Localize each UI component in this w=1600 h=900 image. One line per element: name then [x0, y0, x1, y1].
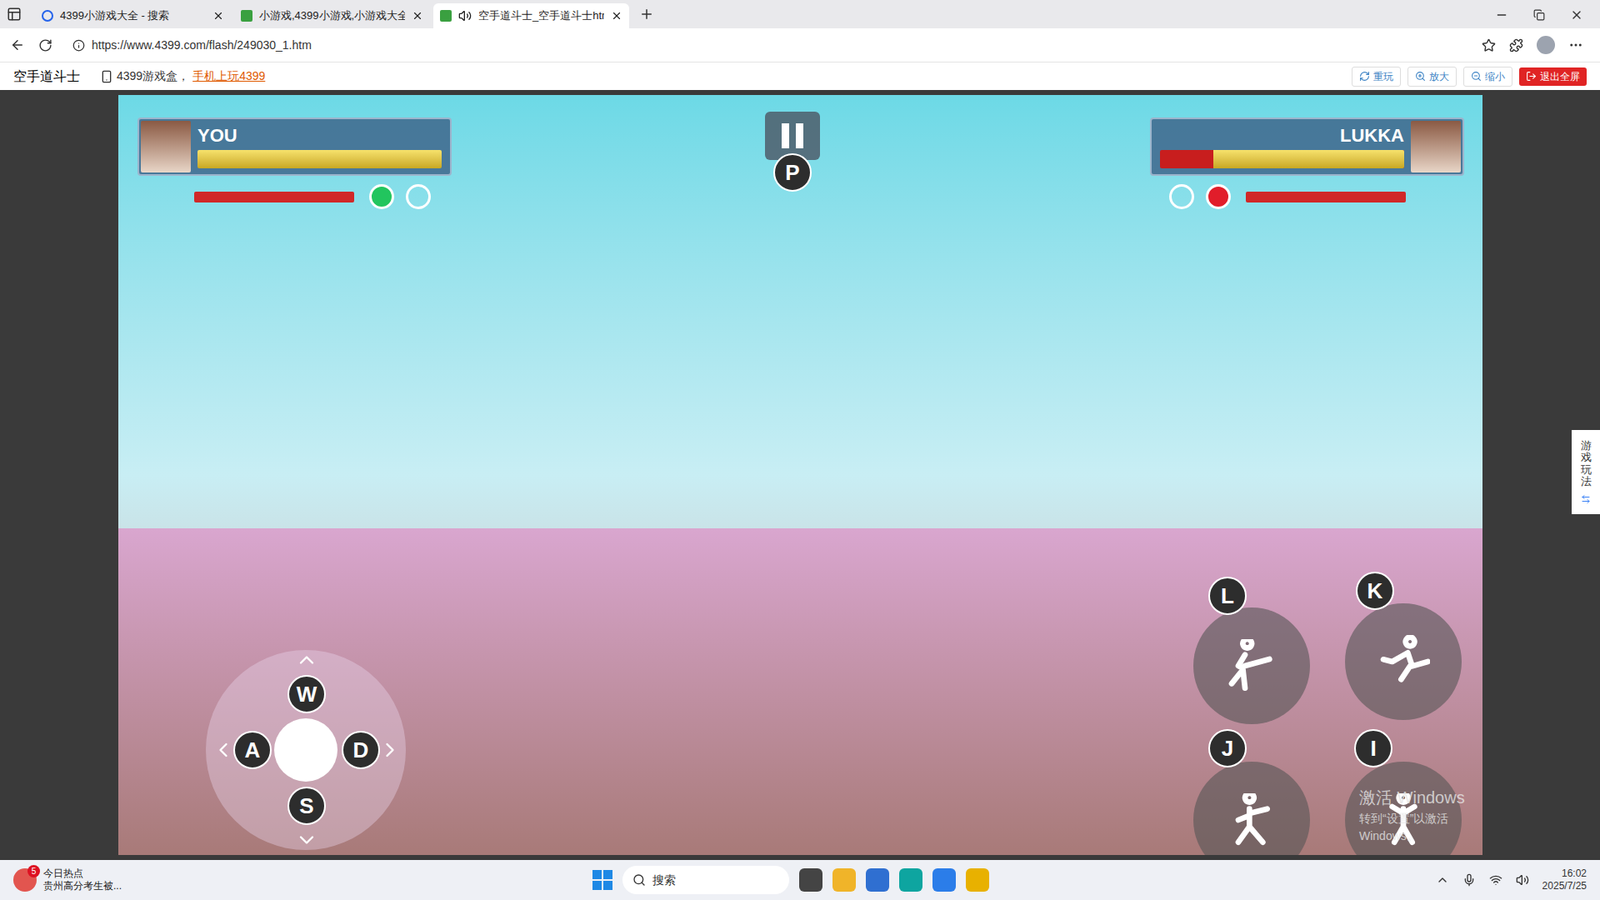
- favicon-icon: [240, 10, 253, 22]
- minimize-icon[interactable]: [1495, 8, 1509, 22]
- news-badge: 5: [27, 865, 40, 878]
- new-tab-icon[interactable]: [639, 6, 655, 22]
- taskbar-app-icon[interactable]: [865, 868, 890, 892]
- punch-figure-icon: [1225, 793, 1279, 847]
- key-badge[interactable]: W: [287, 675, 326, 714]
- arrow-left-icon: [211, 738, 235, 762]
- close-tab-icon[interactable]: [610, 10, 623, 22]
- expand-icon: [1580, 494, 1591, 505]
- start-icon[interactable]: [592, 870, 613, 890]
- taskbar-app-icon[interactable]: [932, 868, 956, 892]
- favicon-icon: [41, 10, 54, 22]
- close-window-icon[interactable]: [1570, 8, 1584, 22]
- tab-bar: 4399小游戏大全 - 搜索小游戏,4399小游戏,小游戏大全,双空手道斗士_空…: [0, 0, 1600, 29]
- taskbar-app-icon[interactable]: [799, 868, 823, 892]
- action-button[interactable]: [1193, 607, 1310, 725]
- mic-icon[interactable]: [1462, 873, 1476, 887]
- browser-tab[interactable]: 小游戏,4399小游戏,小游戏大全,双: [234, 3, 430, 29]
- health-bar: [1160, 150, 1405, 169]
- game-header: 空手道斗士4399游戏盒，手机上玩4399重玩放大缩小退出全屏: [0, 61, 1600, 90]
- energy-bar: [1245, 191, 1406, 203]
- round-dot: [405, 184, 431, 210]
- windows-watermark: 激活 Windows转到“设置”以激活 Windows。: [1359, 785, 1483, 845]
- header-button[interactable]: 放大: [1407, 66, 1457, 87]
- profile-icon[interactable]: [1536, 35, 1555, 55]
- favicon-icon: [440, 10, 452, 22]
- health-bar: [197, 150, 442, 169]
- site-info-icon[interactable]: [72, 39, 85, 52]
- player-name: LUKKA: [1340, 125, 1405, 147]
- header-button[interactable]: 退出全屏: [1519, 67, 1587, 86]
- player-panel: YOU: [137, 117, 452, 210]
- favorite-icon[interactable]: [1481, 38, 1496, 53]
- flying-kick-figure-icon: [1376, 635, 1430, 689]
- taskbar-app-icon[interactable]: [965, 868, 990, 892]
- arrow-down-icon: [295, 828, 319, 852]
- taskbar-app-icon[interactable]: [832, 868, 856, 892]
- news-widget[interactable]: 5今日热点贵州高分考生被...: [13, 867, 264, 893]
- volume-icon[interactable]: [1515, 873, 1530, 887]
- key-badge[interactable]: P: [773, 153, 812, 192]
- game-title: 空手道斗士: [13, 66, 80, 87]
- header-button[interactable]: 缩小: [1463, 66, 1513, 87]
- phone-icon: [100, 70, 114, 84]
- round-dot: [1205, 184, 1231, 210]
- restore-icon[interactable]: [1533, 9, 1545, 21]
- round-dot: [1169, 184, 1195, 210]
- tray-overflow-icon[interactable]: [1435, 873, 1450, 887]
- kick-figure-icon: [1225, 639, 1279, 693]
- promo-link[interactable]: 手机上玩4399: [192, 67, 265, 85]
- key-badge[interactable]: I: [1354, 729, 1393, 768]
- network-icon[interactable]: [1489, 873, 1503, 887]
- joystick-knob[interactable]: [274, 718, 338, 782]
- game-area: YOU LUKKA P W SA D L K J I 激活 Windows转到“设置”以激活 Win…: [0, 90, 1600, 860]
- key-badge[interactable]: J: [1208, 729, 1247, 768]
- clock[interactable]: 16:022025/7/25: [1542, 867, 1587, 893]
- menu-icon[interactable]: [1568, 37, 1584, 53]
- player-portrait: [140, 120, 191, 173]
- tab-actions-icon[interactable]: [6, 6, 22, 22]
- browser-tab[interactable]: 4399小游戏大全 - 搜索: [35, 3, 231, 29]
- header-button[interactable]: 重玩: [1351, 66, 1401, 87]
- audio-icon[interactable]: [458, 9, 472, 23]
- taskbar: 5今日热点贵州高分考生被... 搜索 16:022025/7/25: [0, 860, 1600, 900]
- energy-bar: [194, 191, 355, 203]
- taskbar-search[interactable]: 搜索: [622, 865, 790, 895]
- key-badge[interactable]: K: [1355, 571, 1395, 610]
- action-button[interactable]: [1345, 603, 1462, 720]
- taskbar-app-icon[interactable]: [899, 868, 923, 892]
- key-badge[interactable]: S: [287, 786, 326, 825]
- browser-tab[interactable]: 空手道斗士_空手道斗士html: [433, 3, 630, 29]
- key-badge[interactable]: L: [1208, 576, 1247, 615]
- address-bar: https://www.4399.com/flash/249030_1.htm: [0, 28, 1600, 62]
- arrow-up-icon: [295, 648, 319, 672]
- close-tab-icon[interactable]: [411, 10, 424, 22]
- url-field[interactable]: https://www.4399.com/flash/249030_1.htm: [65, 32, 1469, 58]
- close-tab-icon[interactable]: [212, 10, 225, 22]
- reload-icon[interactable]: [38, 38, 53, 53]
- back-icon[interactable]: [10, 37, 25, 53]
- extensions-icon[interactable]: [1509, 38, 1524, 53]
- player-panel: LUKKA: [1150, 117, 1465, 210]
- round-dot: [369, 184, 395, 210]
- desktop: 4399小游戏大全 - 搜索小游戏,4399小游戏,小游戏大全,双空手道斗士_空…: [0, 0, 1600, 900]
- arrow-right-icon: [378, 738, 402, 762]
- key-badge[interactable]: A: [233, 730, 272, 770]
- key-badge[interactable]: D: [341, 730, 380, 770]
- player-name: YOU: [197, 125, 238, 147]
- game-canvas[interactable]: YOU LUKKA P W SA D L K J I 激活 Windows转到“设置”以激活 Win…: [118, 95, 1483, 855]
- side-tab[interactable]: 游戏玩法: [1571, 430, 1600, 515]
- player-portrait: [1410, 120, 1461, 173]
